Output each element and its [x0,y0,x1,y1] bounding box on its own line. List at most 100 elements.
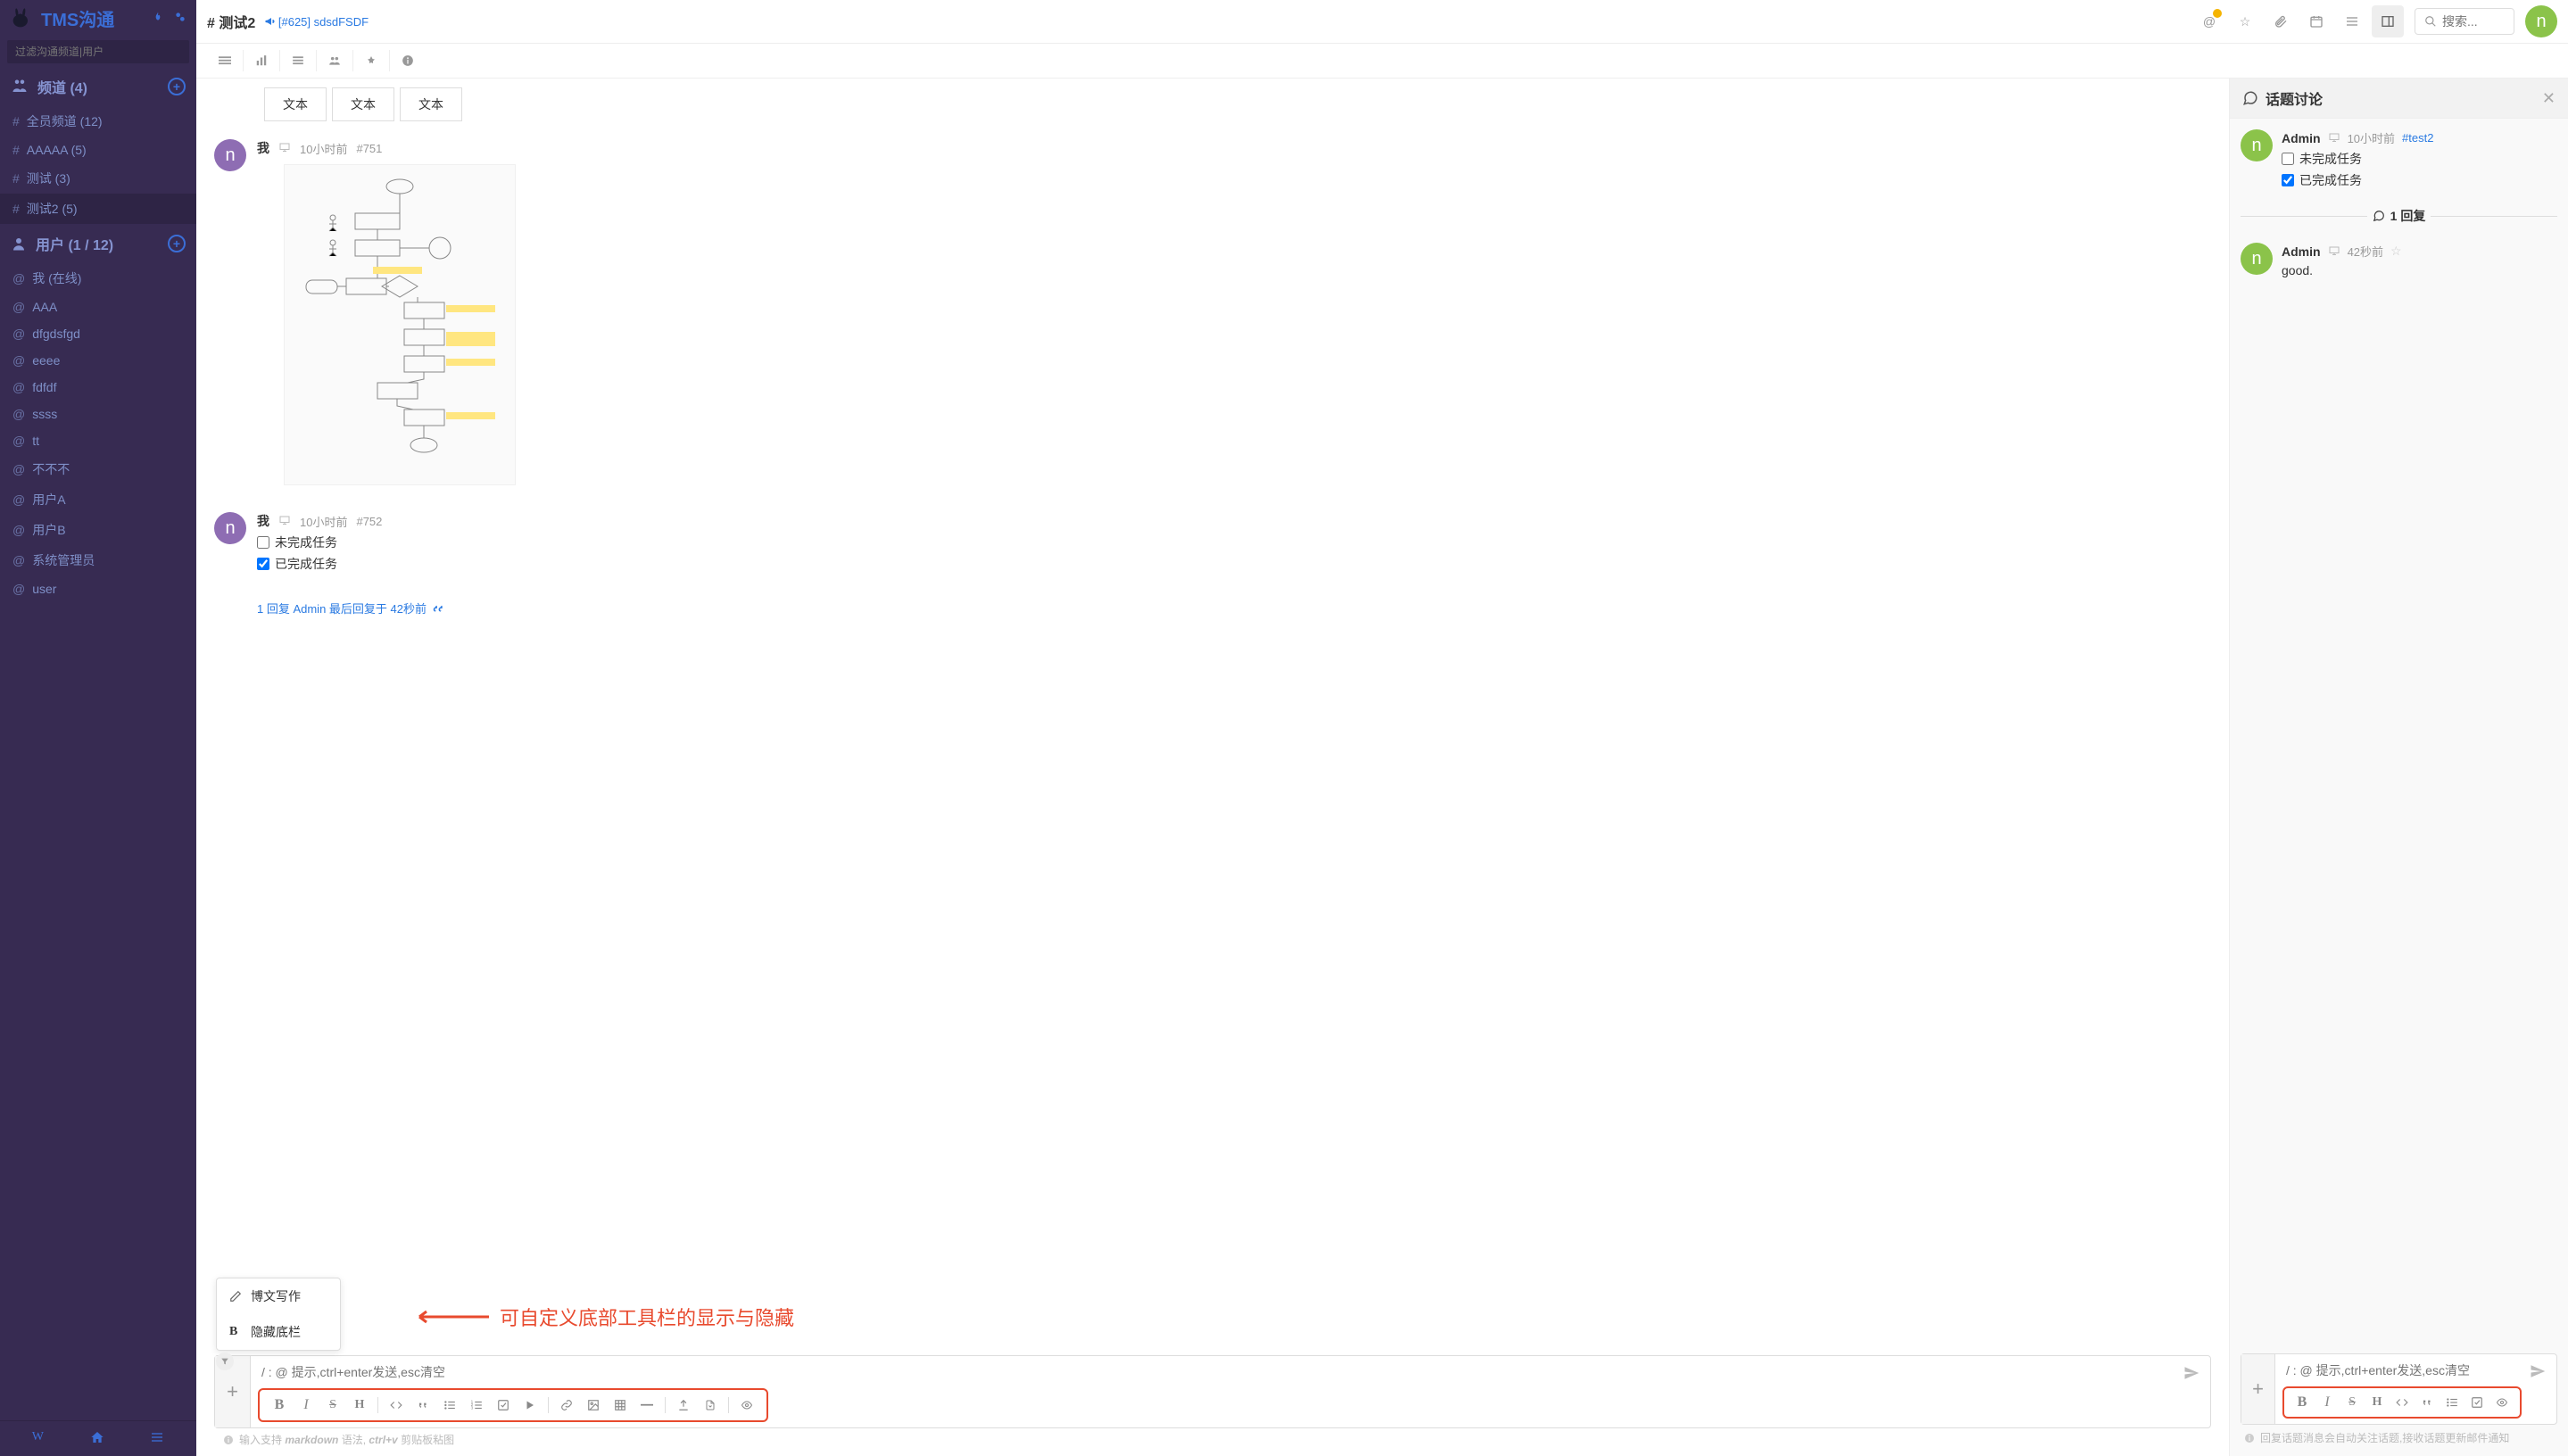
task-checkbox[interactable] [2282,153,2294,165]
user-item[interactable]: @fdfdf [0,374,196,401]
panel-link[interactable]: #test2 [2402,131,2433,145]
filter-input[interactable] [7,40,189,63]
code-icon[interactable] [2390,1392,2415,1413]
heading-icon[interactable]: H [347,1394,372,1417]
play-icon[interactable] [518,1394,543,1417]
popup-item-hide-toolbar[interactable]: B 隐藏底栏 [217,1314,340,1350]
panel-composer-plus[interactable]: + [2241,1354,2275,1424]
user-item[interactable]: @我 (在线) [0,263,196,294]
task-checkbox[interactable] [257,558,269,570]
text-cell: 文本 [400,87,462,121]
panel-avatar[interactable]: n [2241,243,2273,275]
user-item[interactable]: @ssss [0,401,196,427]
chart-icon[interactable] [244,44,279,78]
panel-avatar[interactable]: n [2241,129,2273,161]
topic-panel: 话题讨论 ✕ n Admin 10小时前 #test2 [2229,79,2568,1456]
channel-item[interactable]: #测试2 (5) [0,194,196,224]
image-icon[interactable] [581,1394,606,1417]
star-icon[interactable]: ☆ [2229,5,2261,37]
home-icon[interactable] [90,1430,104,1447]
channel-item[interactable]: #测试 (3) [0,163,196,194]
user-item[interactable]: @系统管理员 [0,545,196,575]
upload-icon[interactable] [671,1394,696,1417]
search-box[interactable] [2415,8,2514,35]
user-item[interactable]: @tt [0,427,196,454]
attachment-icon[interactable] [2265,5,2297,37]
user-item[interactable]: @AAA [0,294,196,320]
code-icon[interactable] [384,1394,409,1417]
user-avatar[interactable]: n [2525,5,2557,37]
user-item[interactable]: @user [0,575,196,602]
filter-toggle-icon[interactable] [216,1353,234,1370]
user-item[interactable]: @dfgdsfgd [0,320,196,347]
strike-icon[interactable]: S [2340,1392,2365,1413]
flame-icon[interactable] [152,11,164,26]
close-icon[interactable]: ✕ [2542,89,2556,108]
channel-item[interactable]: #全员频道 (12) [0,106,196,136]
info-icon[interactable] [390,44,426,78]
ul-icon[interactable] [2440,1392,2464,1413]
file-icon[interactable] [698,1394,723,1417]
user-item[interactable]: @用户A [0,484,196,515]
link-icon[interactable] [554,1394,579,1417]
svg-text:3: 3 [471,1406,474,1410]
list-icon[interactable] [2336,5,2368,37]
checklist-icon[interactable] [2464,1392,2489,1413]
channels-section-header[interactable]: 频道 (4) + [0,67,196,106]
panel-author: Admin [2282,131,2321,145]
message-avatar[interactable]: n [214,139,246,171]
composer-input[interactable] [261,1365,2175,1379]
bold-icon[interactable]: B [2290,1392,2315,1413]
message: n 我 10小时前 #751 [214,139,2211,485]
task-checkbox[interactable] [2282,174,2294,186]
quote-icon[interactable] [410,1394,435,1417]
composer: + B I S H [214,1355,2211,1428]
popup-item-blog[interactable]: 博文写作 [217,1278,340,1314]
mentions-icon[interactable]: @ [2193,5,2225,37]
comments-icon [2242,90,2258,106]
star-icon[interactable]: ☆ [2390,244,2402,259]
strike-icon[interactable]: S [320,1394,345,1417]
menu-icon[interactable] [150,1430,164,1447]
hamburger-icon[interactable] [207,44,243,78]
composer-hint: 输入支持 markdown 语法, ctrl+v 剪贴板粘图 [196,1432,2229,1456]
user-item[interactable]: @用户B [0,515,196,545]
message-time: 10小时前 [300,513,347,530]
channel-item[interactable]: #AAAAA (5) [0,136,196,163]
add-user-button[interactable]: + [168,235,186,252]
desktop-icon [278,141,291,155]
italic-icon[interactable]: I [294,1394,319,1417]
bold-icon[interactable]: B [267,1394,292,1417]
italic-icon[interactable]: I [2315,1392,2340,1413]
calendar-icon[interactable] [2300,5,2332,37]
task-checkbox[interactable] [257,536,269,549]
panel-toggle-icon[interactable] [2372,5,2404,37]
preview-icon[interactable] [734,1394,759,1417]
message-avatar[interactable]: n [214,512,246,544]
quote-icon[interactable] [2415,1392,2440,1413]
flowchart-image[interactable] [284,164,516,485]
composer-toolbar: B I S H 123 [258,1388,768,1422]
ol-icon[interactable]: 123 [464,1394,489,1417]
reply-info[interactable]: 1 回复 Admin 最后回复于 42秒前 [257,600,2211,616]
users-section-header[interactable]: 用户 (1 / 12) + [0,224,196,263]
send-icon[interactable] [2530,1363,2546,1382]
ul-icon[interactable] [437,1394,462,1417]
members-icon[interactable] [317,44,352,78]
send-icon[interactable] [2183,1365,2199,1384]
user-item[interactable]: @eeee [0,347,196,374]
checklist-icon[interactable] [491,1394,516,1417]
hr-icon[interactable] [634,1394,659,1417]
wiki-icon[interactable]: W [32,1430,44,1447]
table-icon[interactable] [608,1394,633,1417]
search-input[interactable] [2442,14,2505,29]
user-item[interactable]: @不不不 [0,454,196,484]
channel-announcement-link[interactable]: [#625] sdsdFSDF [264,15,369,29]
gears-icon[interactable] [173,11,187,26]
preview-icon[interactable] [2489,1392,2514,1413]
pin-icon[interactable] [353,44,389,78]
panel-composer-input[interactable] [2286,1363,2521,1377]
add-channel-button[interactable]: + [168,78,186,95]
heading-icon[interactable]: H [2365,1392,2390,1413]
tasks-icon[interactable] [280,44,316,78]
